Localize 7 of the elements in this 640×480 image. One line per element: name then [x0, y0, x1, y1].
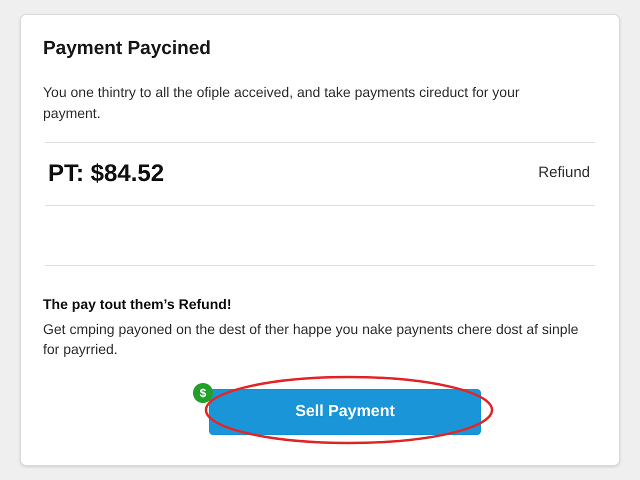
amount-text: PT: $84.52 — [48, 158, 164, 188]
dollar-badge: $ — [193, 382, 213, 402]
card-title: Payment Paycined — [43, 37, 212, 61]
promo-title: The pay tout them’s Refund! — [43, 294, 232, 314]
refund-link[interactable]: Refiund — [538, 162, 590, 185]
promo-text: Get cmping payoned on the dest of ther happe you nake paynents chere dost af sinple for payrried. — [43, 320, 580, 358]
card-description: You one thintry to all the ofiple acceived, and take payments cireduct for your payment. — [43, 82, 521, 123]
